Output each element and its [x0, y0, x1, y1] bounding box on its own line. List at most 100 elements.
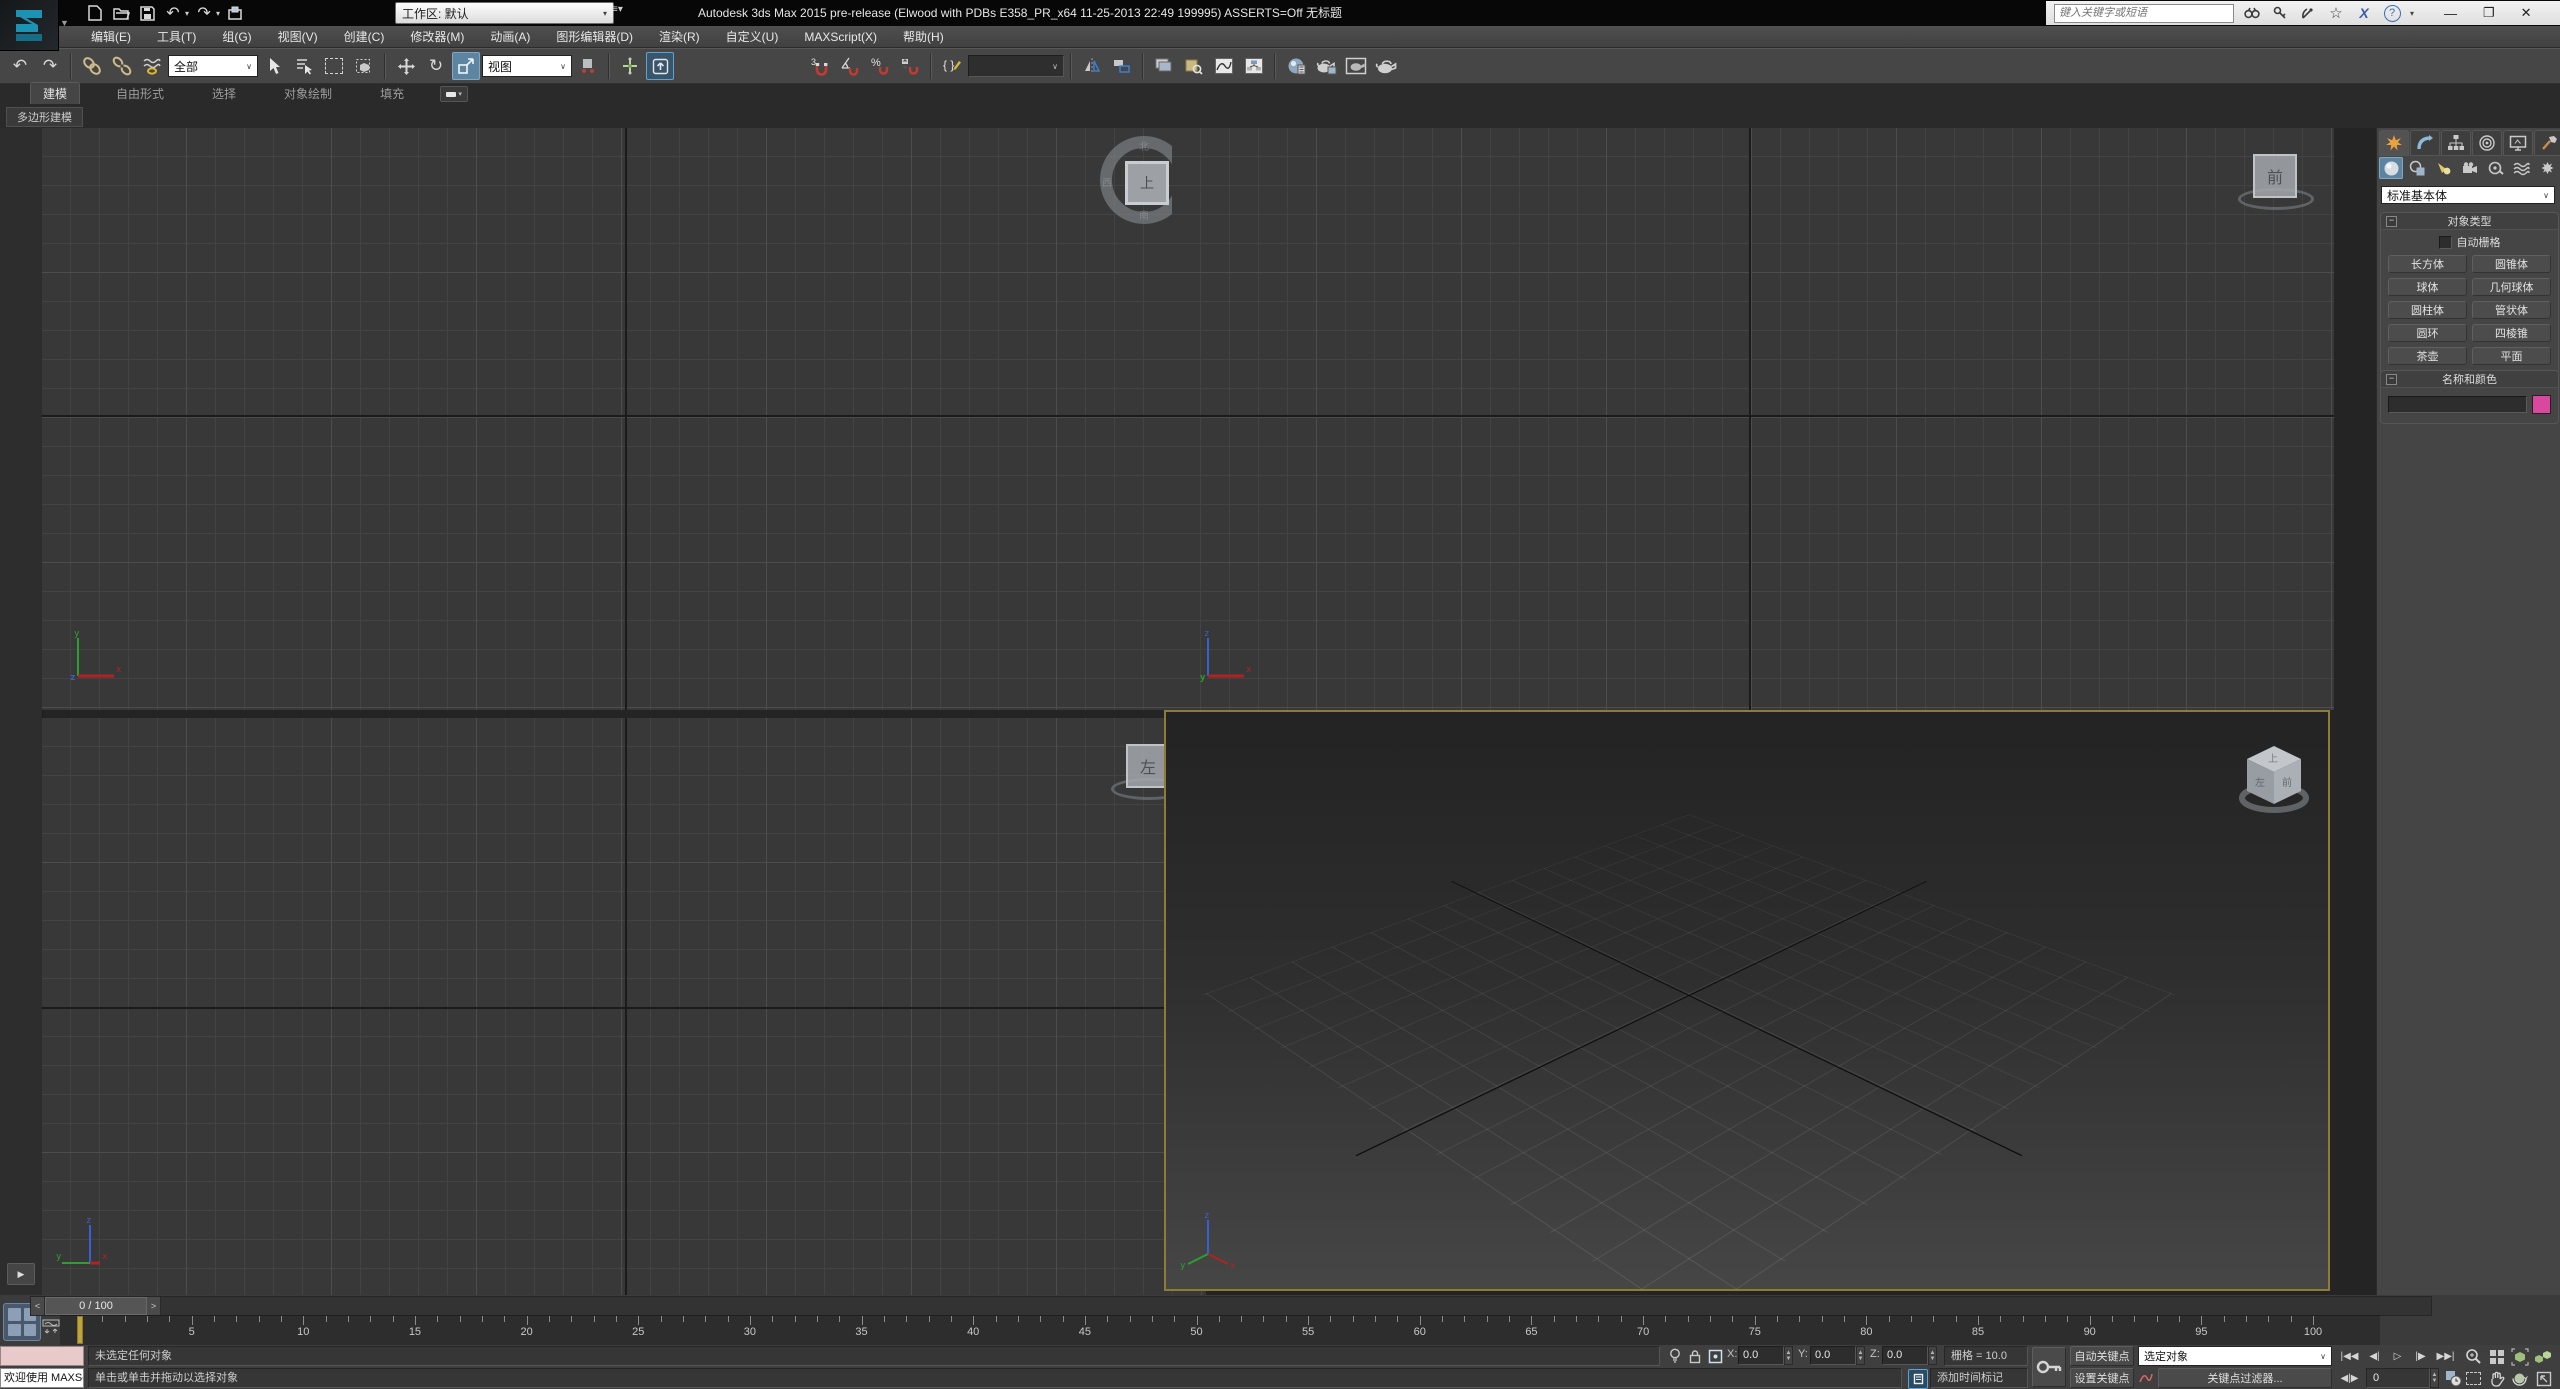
tab-motion[interactable]: [2472, 130, 2502, 156]
exchange-apps-button[interactable]: X: [2354, 3, 2374, 23]
ribbon-tab-selection[interactable]: 选择: [200, 83, 248, 104]
save-file-button[interactable]: [136, 3, 158, 23]
named-selection-sets-dropdown[interactable]: ∨: [968, 55, 1064, 77]
search-button[interactable]: [2242, 3, 2262, 23]
track-bar-ruler[interactable]: 0510152025303540455055606570758085909510…: [60, 1315, 2380, 1346]
menu-customize[interactable]: 自定义(U): [713, 26, 792, 48]
ribbon-expand-button[interactable]: ▶: [7, 1263, 35, 1285]
minimize-button[interactable]: —: [2444, 6, 2457, 21]
menu-modifiers[interactable]: 修改器(M): [397, 26, 477, 48]
category-shapes[interactable]: [2405, 157, 2429, 179]
selected-filter-dropdown[interactable]: 选定对象 ∨: [2138, 1346, 2332, 1366]
go-to-end-button[interactable]: ▶▶|: [2436, 1347, 2455, 1366]
help-dropdown-arrow[interactable]: ▾: [2410, 9, 2414, 18]
select-and-scale-button[interactable]: [452, 52, 480, 80]
workspace-selector[interactable]: 工作区: 默认 ▾: [395, 2, 614, 24]
selection-lock-toggle-button[interactable]: [1686, 1347, 1704, 1365]
render-production-button[interactable]: [1372, 52, 1400, 80]
category-lights[interactable]: [2431, 157, 2455, 179]
rendered-frame-window-button[interactable]: [1342, 52, 1370, 80]
window-crossing-toggle-button[interactable]: [350, 52, 378, 80]
curve-editor-button[interactable]: [1210, 52, 1238, 80]
viewport-front[interactable]: 前 z x y: [1172, 128, 2334, 710]
menu-animation[interactable]: 动画(A): [477, 26, 543, 48]
tab-hierarchy[interactable]: [2441, 130, 2471, 156]
z-coordinate-field[interactable]: 0.0: [1882, 1346, 1928, 1365]
menu-tools[interactable]: 工具(T): [144, 26, 209, 48]
mini-curve-editor-button[interactable]: [42, 1319, 60, 1335]
redo-dropdown-arrow[interactable]: ▾: [216, 9, 220, 18]
viewcube-front-face[interactable]: 前: [2253, 154, 2297, 198]
compass-south-label[interactable]: 南: [1139, 207, 1149, 222]
compass-north-label[interactable]: 北: [1139, 138, 1149, 153]
open-file-button[interactable]: [110, 3, 132, 23]
name-color-rollout-header[interactable]: − 名称和颜色: [2381, 371, 2558, 388]
menu-edit[interactable]: 编辑(E): [78, 26, 144, 48]
go-to-start-button[interactable]: |◀◀: [2340, 1347, 2359, 1366]
new-scene-button[interactable]: [84, 3, 106, 23]
pyramid-button[interactable]: 四棱锥: [2472, 324, 2551, 342]
category-space-warps[interactable]: [2509, 157, 2533, 179]
key-filters-button[interactable]: 关键点过滤器...: [2158, 1368, 2332, 1388]
menu-rendering[interactable]: 渲染(R): [646, 26, 713, 48]
viewcube-top-face[interactable]: 上: [1125, 161, 1169, 205]
maximize-viewport-toggle-button[interactable]: [2534, 1369, 2553, 1388]
tab-create[interactable]: [2379, 130, 2409, 156]
tab-display[interactable]: [2503, 130, 2533, 156]
layer-manager-button[interactable]: [1150, 52, 1178, 80]
ribbon-collapse-button[interactable]: ▾: [440, 86, 468, 102]
schematic-view-button[interactable]: [1240, 52, 1268, 80]
tab-modify[interactable]: [2410, 130, 2440, 156]
auto-key-button[interactable]: 自动关键点: [2070, 1346, 2134, 1366]
maxscript-mini-listener-white[interactable]: 欢迎使用 MAXScript: [0, 1368, 84, 1388]
reference-coordinate-dropdown[interactable]: 视图 ∨: [482, 55, 572, 77]
plane-button[interactable]: 平面: [2472, 347, 2551, 365]
cylinder-button[interactable]: 圆柱体: [2388, 301, 2467, 319]
category-cameras[interactable]: [2457, 157, 2481, 179]
primitive-category-dropdown[interactable]: 标准基本体 ∨: [2381, 186, 2555, 204]
undo-scene-button[interactable]: ↶: [6, 52, 34, 80]
zoom-all-button[interactable]: [2487, 1347, 2506, 1366]
undo-dropdown-arrow[interactable]: ▾: [185, 9, 189, 18]
current-frame-marker[interactable]: [77, 1316, 83, 1344]
next-frame-arrow-button[interactable]: >: [147, 1297, 161, 1315]
percent-snap-toggle-button[interactable]: %: [866, 52, 894, 80]
qat-customize-button[interactable]: ≡▾: [612, 4, 623, 15]
menu-group[interactable]: 组(G): [209, 26, 264, 48]
use-pivot-center-button[interactable]: [574, 52, 602, 80]
previous-frame-arrow-button[interactable]: <: [31, 1297, 45, 1315]
render-setup-button[interactable]: [1312, 52, 1340, 80]
y-coordinate-field[interactable]: 0.0: [1810, 1346, 1856, 1365]
restore-button[interactable]: ❐: [2483, 5, 2495, 21]
previous-frame-button[interactable]: ◀|: [2365, 1347, 2384, 1366]
compass-west-label[interactable]: 西: [1102, 174, 1112, 189]
time-slider[interactable]: < 0 / 100 >: [30, 1296, 2432, 1316]
mirror-button[interactable]: [1078, 52, 1106, 80]
maxscript-mini-listener-pink[interactable]: [0, 1346, 84, 1366]
x-spinner[interactable]: ▲▼: [1784, 1346, 1793, 1365]
ribbon-tab-populate[interactable]: 填充: [368, 83, 416, 104]
menu-graph-editors[interactable]: 图形编辑器(D): [543, 26, 646, 48]
close-button[interactable]: ✕: [2521, 5, 2532, 21]
tab-utilities[interactable]: [2534, 130, 2560, 156]
category-helpers[interactable]: [2483, 157, 2507, 179]
unlink-selection-button[interactable]: [108, 52, 136, 80]
keyboard-shortcut-override-button[interactable]: [646, 52, 674, 80]
polygon-modeling-panel-label[interactable]: 多边形建模: [6, 107, 83, 127]
object-color-swatch[interactable]: [2532, 395, 2551, 414]
undo-button[interactable]: ↶: [162, 3, 184, 23]
geosphere-button[interactable]: 几何球体: [2472, 278, 2551, 296]
application-menu-button[interactable]: [0, 0, 59, 51]
time-tag-icon-button[interactable]: [1908, 1369, 1928, 1389]
time-slider-handle[interactable]: 0 / 100: [45, 1297, 147, 1315]
z-spinner[interactable]: ▲▼: [1928, 1346, 1937, 1365]
autogrid-checkbox[interactable]: [2439, 236, 2452, 249]
menu-views[interactable]: 视图(V): [265, 26, 331, 48]
redo-button[interactable]: ↷: [193, 3, 215, 23]
absolute-offset-toggle-button[interactable]: [1706, 1347, 1724, 1365]
frame-spinner[interactable]: ▲▼: [2430, 1368, 2439, 1388]
select-and-manipulate-button[interactable]: [616, 52, 644, 80]
tube-button[interactable]: 管状体: [2472, 301, 2551, 319]
sign-in-button[interactable]: [2270, 3, 2290, 23]
menu-create[interactable]: 创建(C): [331, 26, 398, 48]
